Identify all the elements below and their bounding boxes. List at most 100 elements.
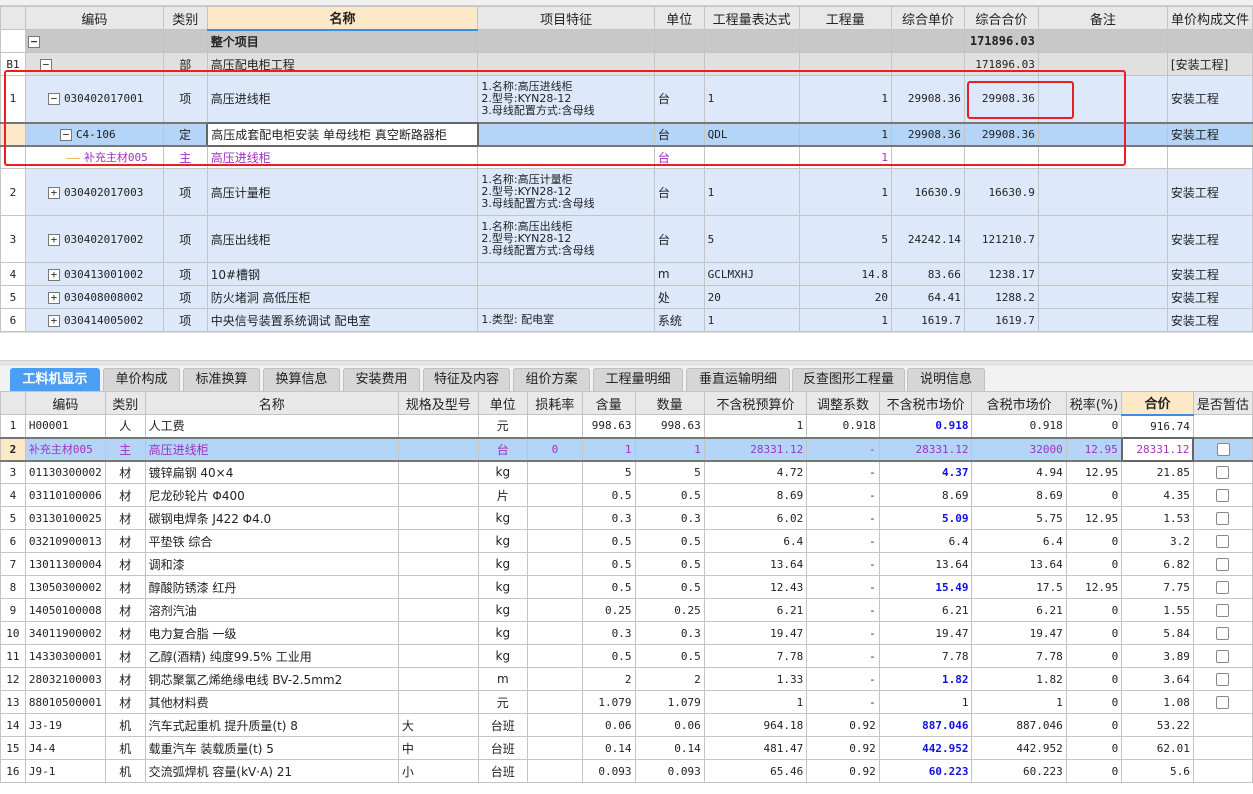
content-cell[interactable]: 0.06 xyxy=(581,713,636,737)
spec-cell[interactable] xyxy=(397,483,479,507)
code-cell[interactable]: 13011300004 xyxy=(24,552,106,576)
budget-price-cell[interactable]: 13.64 xyxy=(703,552,808,576)
content-cell[interactable]: 998.63 xyxy=(581,414,636,438)
type-cell[interactable]: 材 xyxy=(104,690,146,714)
type-cell[interactable]: 材 xyxy=(104,483,146,507)
row-number[interactable]: 1 xyxy=(0,414,26,438)
total-price-cell[interactable]: 1288.2 xyxy=(963,285,1039,309)
collapse-icon[interactable]: − xyxy=(59,128,72,141)
provisional-checkbox[interactable] xyxy=(1216,466,1230,480)
price-file-cell[interactable]: 安装工程 xyxy=(1166,75,1253,123)
spec-cell[interactable] xyxy=(397,598,479,622)
type-cell[interactable]: 机 xyxy=(104,736,146,760)
unit-cell[interactable]: 台班 xyxy=(477,736,529,760)
expand-icon[interactable]: + xyxy=(47,186,60,199)
sum-cell[interactable]: 6.82 xyxy=(1121,552,1194,576)
name-cell[interactable]: 高压出线柜 xyxy=(206,215,479,263)
price-file-cell[interactable]: 安装工程 xyxy=(1166,215,1253,263)
bill-row[interactable]: − C4-106 定高压成套配电柜安装 单母线柜 真空断路器柜台 QDL 1 29908.… xyxy=(0,121,1253,147)
bill-row[interactable]: 2 +030402017003 项高压计量柜 1.名称:高压计量柜 2.型号:KYN2… xyxy=(0,168,1253,216)
tax-rate-cell[interactable]: 12.95 xyxy=(1065,460,1123,484)
unit-cell[interactable]: kg xyxy=(477,552,529,576)
market-price-tax-cell[interactable]: 1.82 xyxy=(971,667,1067,691)
name-cell[interactable]: 乙醇(酒精) 纯度99.5% 工业用 xyxy=(144,644,399,668)
column-header[interactable]: 备注 xyxy=(1037,6,1168,30)
unit-cell[interactable]: 台 xyxy=(653,145,705,169)
provisional-checkbox[interactable] xyxy=(1216,627,1230,640)
column-header[interactable]: 含税市场价 xyxy=(971,391,1067,415)
tax-rate-cell[interactable]: 12.95 xyxy=(1065,436,1123,462)
content-cell[interactable]: 1.079 xyxy=(581,690,636,714)
resource-row[interactable]: 11 14330300001 材乙醇(酒精) 纯度99.5% 工业用 kg 0.5 0.5… xyxy=(0,644,1253,668)
provisional-estimate-cell[interactable] xyxy=(1192,690,1253,714)
feature-cell[interactable] xyxy=(477,29,655,53)
quantity-cell[interactable]: 0.093 xyxy=(634,759,705,783)
type-cell[interactable]: 材 xyxy=(104,598,146,622)
name-cell[interactable]: 人工费 xyxy=(144,414,399,438)
quantity-cell[interactable]: 998.63 xyxy=(634,414,705,438)
type-cell[interactable] xyxy=(162,29,208,53)
note-cell[interactable] xyxy=(1037,29,1168,53)
total-price-cell[interactable]: 171896.03 xyxy=(963,52,1039,76)
column-header[interactable]: 综合单价 xyxy=(891,6,965,30)
type-cell[interactable]: 材 xyxy=(104,460,146,484)
adjust-factor-cell[interactable]: - xyxy=(806,621,880,645)
provisional-checkbox[interactable] xyxy=(1216,489,1230,502)
column-header[interactable]: 单价构成文件 xyxy=(1166,6,1253,30)
loss-rate-cell[interactable] xyxy=(527,690,583,714)
type-cell[interactable]: 机 xyxy=(104,759,146,783)
provisional-checkbox[interactable] xyxy=(1216,512,1230,525)
unit-cell[interactable]: 元 xyxy=(477,690,529,714)
quantity-expression-cell[interactable] xyxy=(703,29,800,53)
content-cell[interactable]: 0.5 xyxy=(581,575,636,599)
loss-rate-cell[interactable] xyxy=(527,598,583,622)
quantity-cell[interactable] xyxy=(798,29,893,53)
name-cell[interactable]: 调和漆 xyxy=(144,552,399,576)
loss-rate-cell[interactable] xyxy=(527,644,583,668)
adjust-factor-cell[interactable]: 0.92 xyxy=(806,736,880,760)
tab-3[interactable]: 标准换算 xyxy=(183,368,260,391)
code-cell[interactable]: 13050300002 xyxy=(24,575,106,599)
row-number[interactable]: 9 xyxy=(0,598,26,622)
unit-price-cell[interactable] xyxy=(891,52,965,76)
quantity-expression-cell[interactable]: 5 xyxy=(703,215,800,263)
row-number[interactable]: 3 xyxy=(0,215,26,263)
column-header[interactable]: 工程量 xyxy=(798,6,893,30)
collapse-icon[interactable]: − xyxy=(39,58,52,71)
spec-cell[interactable] xyxy=(397,667,479,691)
budget-price-cell[interactable]: 65.46 xyxy=(703,759,808,783)
provisional-estimate-cell[interactable] xyxy=(1192,506,1253,530)
bill-row[interactable]: 5 +030408008002 项防火堵洞 高低压柜处 20 20 64.41 1288.2… xyxy=(0,285,1253,309)
note-cell[interactable] xyxy=(1037,121,1168,147)
content-cell[interactable]: 0.14 xyxy=(581,736,636,760)
market-price-cell[interactable]: 13.64 xyxy=(878,552,973,576)
loss-rate-cell[interactable] xyxy=(527,667,583,691)
price-file-cell[interactable]: 安装工程 xyxy=(1166,168,1253,216)
sum-cell[interactable]: 53.22 xyxy=(1121,713,1194,737)
loss-rate-cell[interactable] xyxy=(527,552,583,576)
tax-rate-cell[interactable]: 0 xyxy=(1065,667,1123,691)
provisional-estimate-cell[interactable] xyxy=(1192,759,1253,783)
market-price-cell[interactable]: 28331.12 xyxy=(878,436,973,462)
content-cell[interactable]: 0.5 xyxy=(581,529,636,553)
name-cell[interactable]: 溶剂汽油 xyxy=(144,598,399,622)
unit-cell[interactable]: 系统 xyxy=(653,308,705,332)
row-number[interactable]: 15 xyxy=(0,736,26,760)
market-price-cell[interactable]: 15.49 xyxy=(878,575,973,599)
column-header[interactable]: 单位 xyxy=(653,6,705,30)
unit-cell[interactable]: m xyxy=(477,667,529,691)
quantity-cell[interactable] xyxy=(798,52,893,76)
quantity-cell[interactable]: 0.06 xyxy=(634,713,705,737)
unit-price-cell[interactable]: 24242.14 xyxy=(891,215,965,263)
total-price-cell[interactable]: 29908.36 xyxy=(963,121,1039,147)
adjust-factor-cell[interactable]: - xyxy=(806,483,880,507)
market-price-tax-cell[interactable]: 60.223 xyxy=(971,759,1067,783)
provisional-checkbox[interactable] xyxy=(1216,581,1230,594)
unit-price-cell[interactable]: 16630.9 xyxy=(891,168,965,216)
quantity-cell[interactable]: 14.8 xyxy=(798,262,893,286)
name-cell[interactable]: 高压进线柜 xyxy=(206,145,479,169)
quantity-expression-cell[interactable]: 20 xyxy=(703,285,800,309)
row-number[interactable]: 10 xyxy=(0,621,26,645)
tab-1[interactable]: 工料机显示 xyxy=(10,368,100,391)
resource-row[interactable]: 2 补充主材005 主高压进线柜台 0 1 1 28331.12-28331.12 32000… xyxy=(0,436,1253,462)
